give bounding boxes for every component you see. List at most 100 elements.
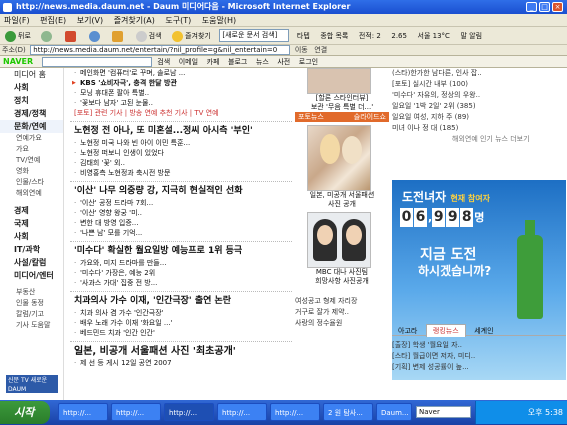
naver-item[interactable]: 카페 <box>204 56 223 67</box>
taskbar-item[interactable]: http://... <box>164 403 214 421</box>
ranking-item[interactable]: '미수다' 자유의, 정상의 우왕.. <box>392 90 567 101</box>
weather-button[interactable]: 종합 목록 <box>317 29 351 43</box>
nav-sub-item[interactable]: 부동산 <box>0 287 63 298</box>
alert-button[interactable]: 말 알림 <box>457 29 485 43</box>
news-link[interactable]: 노현정 미국 나와 빈 아이 이민 특훈... <box>70 138 292 148</box>
photo-caption[interactable]: [할론 스타인터뷰] <box>295 94 389 103</box>
naver-item[interactable]: 뉴스 <box>253 56 272 67</box>
taskbar-item[interactable]: 2 원 탐사... <box>323 403 373 421</box>
taskbar-item[interactable]: http://... <box>217 403 267 421</box>
left-ad-banner[interactable]: 신문 TV 새로운 DAUM <box>6 375 58 393</box>
taskbar-item[interactable]: http://... <box>58 403 108 421</box>
clock[interactable]: 오후 5:38 <box>528 408 563 417</box>
headline[interactable]: 일본, 비공개 서울패션 사진 '최초공개' <box>70 345 292 358</box>
news-link[interactable]: 변한 대 방영 입증... <box>70 218 292 228</box>
nav-item[interactable]: IT/과학 <box>0 243 63 256</box>
go-button[interactable]: 이동 <box>293 45 310 55</box>
headline[interactable]: '이산' 나무 의중량 강, 지극히 현실적인 선화 <box>70 185 292 198</box>
nav-sub-item[interactable]: 가요 <box>0 144 63 155</box>
tab-ranking[interactable]: 랭킹뉴스 <box>425 324 466 337</box>
ranking-item[interactable]: 일요일 '1박 2일' 2위 (385) <box>392 101 567 112</box>
headline[interactable]: 치과의사 가수 이재, '인간극장' 출연 논란 <box>70 295 292 308</box>
naver-item[interactable]: 이메일 <box>176 56 201 67</box>
menu-edit[interactable]: 편집(E) <box>36 14 70 27</box>
news-link[interactable]: 노현정 떠보니 인생이 있었다 <box>70 148 292 158</box>
news-link[interactable]: 치과 의사 겸 가수 '인간극장' <box>70 308 292 318</box>
maximize-button[interactable]: □ <box>539 2 550 12</box>
nav-sub-item[interactable]: TV/연예 <box>0 155 63 166</box>
nav-item[interactable]: 경제/정책 <box>0 107 63 120</box>
naver-item[interactable]: 사전 <box>274 56 293 67</box>
news-tags[interactable]: [포토] 관련 기사 | 방송 연예 추천 기사 | TV 연예 <box>70 108 292 118</box>
tab-list-item[interactable]: [기획] 변제 성공률이 높... <box>392 362 566 373</box>
news-link[interactable]: '미수다' 가장은, 예능 2위 <box>70 268 292 278</box>
refresh-button[interactable] <box>86 29 105 43</box>
news-link[interactable]: 김태희 '꽃' 외.. <box>70 158 292 168</box>
taskbar-item[interactable]: http://... <box>111 403 161 421</box>
address-input[interactable]: http://news.media.daum.net/entertain/?ni… <box>30 45 291 55</box>
cert-button[interactable]: 전적: 2 <box>356 29 384 43</box>
menu-help[interactable]: 도움말(H) <box>198 14 240 27</box>
slideshow-label[interactable]: 슬라이드쇼 <box>354 112 389 122</box>
photo-caption[interactable]: 일본, 미공개 서울패션 <box>295 191 389 200</box>
taskbar-item[interactable]: Daum... <box>376 403 412 421</box>
tab-button[interactable]: 타텝 <box>294 29 313 43</box>
search-button[interactable]: 검색 <box>133 29 165 43</box>
nav-item[interactable]: 정치 <box>0 94 63 107</box>
nav-sub-item[interactable]: 연예가요 <box>0 133 63 144</box>
forward-button[interactable] <box>38 29 57 43</box>
nav-sub-item[interactable]: 칼럼/기고 <box>0 309 63 320</box>
news-link[interactable]: '꽃보다 남자' 고된 눈물.. <box>70 98 292 108</box>
naver-login[interactable]: 로그인 <box>296 56 321 67</box>
toolbar-search-input[interactable]: [새로운 문서 검색] <box>219 29 290 42</box>
naver-item[interactable]: 검색 <box>154 56 173 67</box>
photo-news-bar[interactable]: 포토뉴스 슬라이드쇼 <box>295 112 389 122</box>
minimize-button[interactable]: _ <box>526 2 537 12</box>
news-link[interactable]: 베드민드 치과 '인간 인간' <box>70 328 292 338</box>
nav-sub-item[interactable]: 해외연예 <box>0 188 63 199</box>
photo-thumb[interactable] <box>307 68 371 94</box>
more-link[interactable]: 해외연예 인기 뉴스 더보기 <box>392 134 567 145</box>
taskbar-item[interactable]: http://... <box>270 403 320 421</box>
photo-thumb[interactable] <box>307 212 371 268</box>
naver-logo[interactable]: NAVER <box>0 56 36 67</box>
close-button[interactable]: × <box>552 2 563 12</box>
menu-view[interactable]: 보기(V) <box>73 14 107 27</box>
headline[interactable]: '미수다' 확실한 월요일방 예능프로 1위 등극 <box>70 245 292 258</box>
news-link[interactable]: '나쁜 남' 모를 기억... <box>70 228 292 238</box>
ranking-item[interactable]: [포토] 실시간 내부 (100) <box>392 79 567 90</box>
nav-sub-item[interactable]: 영화 <box>0 166 63 177</box>
news-link[interactable]: KBS '쇼비자극', 충격 한달 방관 <box>70 78 292 88</box>
tab-list-item[interactable]: [출장] 학생 '월요일 자.. <box>392 340 566 351</box>
weather-badge[interactable]: 서울 13°C <box>415 29 453 43</box>
news-link[interactable]: 비영홍측 노현정과 축시전 방문 <box>70 168 292 178</box>
menu-tools[interactable]: 도구(T) <box>161 14 195 27</box>
mail-count[interactable]: 2.65 <box>388 29 410 43</box>
links-button[interactable]: 연결 <box>312 45 329 55</box>
ranking-item[interactable]: 미녀 이나 정 대 (185) <box>392 123 567 134</box>
news-link[interactable]: '사과스 가대' 집중 전 방... <box>70 278 292 288</box>
photo-thumb[interactable] <box>307 125 371 191</box>
home-button[interactable] <box>109 29 128 43</box>
nav-item[interactable]: 사설/칼럼 <box>0 256 63 269</box>
ranking-item[interactable]: 일요일 여성, 지하 주 (89) <box>392 112 567 123</box>
menu-file[interactable]: 파일(F) <box>0 14 34 27</box>
back-button[interactable]: 뒤로 <box>2 29 34 43</box>
start-button[interactable]: 시작 <box>0 401 50 424</box>
photo-caption[interactable]: 보관 '무음 특별 더...' <box>295 103 389 112</box>
nav-sub-item[interactable]: 기사 도움말 <box>0 320 63 331</box>
nav-item[interactable]: 미디어/엔터 <box>0 269 63 282</box>
taskbar-search-input[interactable]: Naver <box>416 406 471 418</box>
side-list-item[interactable]: 여성공고 형제 자리장 <box>295 296 389 307</box>
side-list-item[interactable]: 거구로 잘가 제약.. <box>295 307 389 318</box>
headline[interactable]: 노현정 전 아나, 또 미혼설...정씨 아시측 '부인' <box>70 125 292 138</box>
nav-sub-item[interactable]: 인물 동정 <box>0 298 63 309</box>
news-link[interactable]: 메인화면 '컴퓨터'로 꾸며, 솔로남 ... <box>70 68 292 78</box>
news-link[interactable]: 배우 노래 가수 이재 '화요일 ...' <box>70 318 292 328</box>
news-link[interactable]: 가요와, 미지 드라마를 만들... <box>70 258 292 268</box>
naver-search-input[interactable] <box>41 57 152 67</box>
news-link[interactable]: '이산' 영향 왕궁 '미.. <box>70 208 292 218</box>
photo-caption[interactable]: 사진 공개 <box>295 200 389 209</box>
naver-item[interactable]: 블로그 <box>225 56 250 67</box>
nav-item[interactable]: 사회 <box>0 230 63 243</box>
